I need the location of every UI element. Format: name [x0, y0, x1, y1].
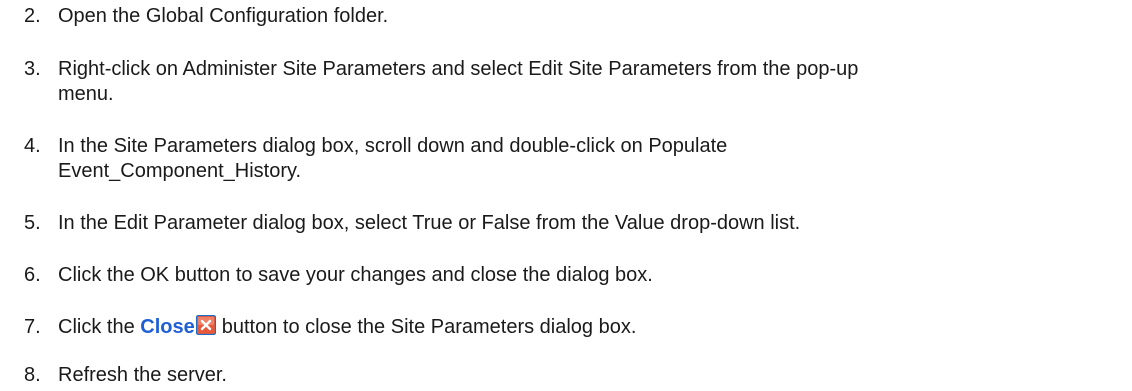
step-text: In the Site Parameters dialog box, scrol…	[58, 134, 1118, 184]
step-text: Click the Close button to close the Site …	[58, 314, 1118, 340]
step-line: In the Edit Parameter dialog box, select…	[58, 212, 801, 234]
step-line: In the Site Parameters dialog box, scrol…	[58, 135, 728, 157]
step-number: 3.	[24, 58, 41, 80]
step-text-before: Click the	[58, 316, 141, 338]
step-number: 7.	[24, 316, 41, 338]
step-number: 6.	[24, 264, 41, 286]
step-number: 5.	[24, 212, 41, 234]
step-number: 2.	[24, 5, 41, 27]
close-icon	[195, 314, 216, 336]
step-line: Right-click on Administer Site Parameter…	[58, 58, 859, 80]
step-text: Right-click on Administer Site Parameter…	[58, 57, 1118, 107]
close-link[interactable]: Close	[140, 316, 194, 338]
step-number: 8.	[24, 364, 41, 386]
step-text-after: button to close the Site Parameters dial…	[221, 316, 637, 338]
step-text: Open the Global Configuration folder.	[58, 4, 1118, 29]
step-line: Click the OK button to save your changes…	[58, 264, 653, 286]
step-line: Click the Close button to close the Site …	[58, 314, 1118, 340]
step-line: Event_Component_History.	[58, 160, 302, 182]
step-text: Refresh the server.	[58, 363, 1118, 388]
step-text: Click the OK button to save your changes…	[58, 263, 1118, 288]
step-line: menu.	[58, 83, 114, 105]
step-line: Open the Global Configuration folder.	[58, 5, 389, 27]
step-text: In the Edit Parameter dialog box, select…	[58, 211, 1118, 236]
step-line: Refresh the server.	[58, 364, 227, 386]
step-number: 4.	[24, 135, 41, 157]
